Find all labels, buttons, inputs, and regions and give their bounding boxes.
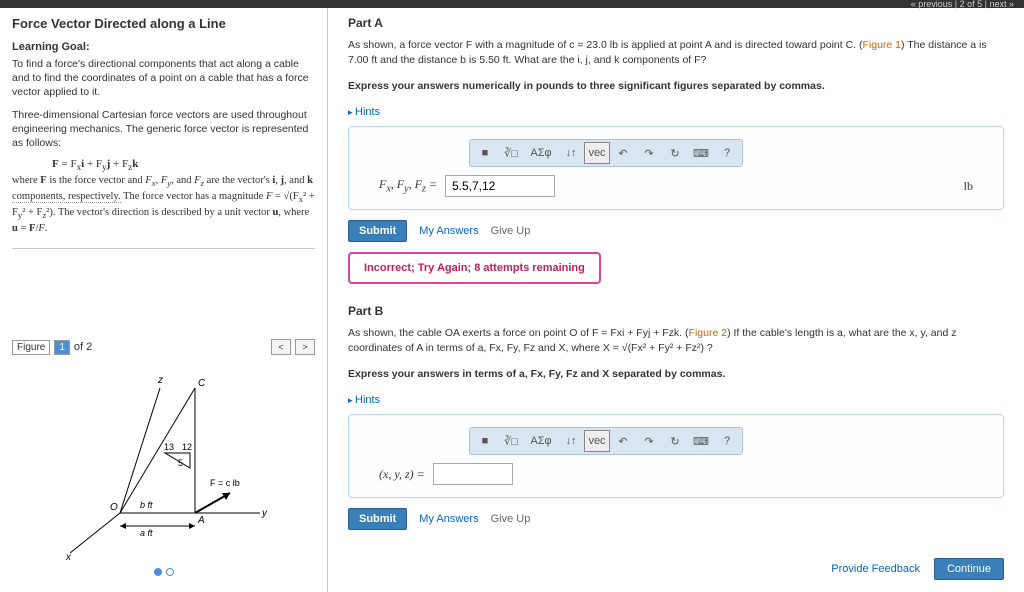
continue-button[interactable]: Continue: [934, 558, 1004, 580]
part-a-title: Part A: [348, 16, 1004, 30]
tb-keyboard-icon[interactable]: ⌨: [688, 430, 714, 452]
svg-text:C: C: [198, 378, 206, 389]
svg-text:F = c lb: F = c lb: [210, 478, 240, 488]
figure-pager[interactable]: [12, 567, 315, 579]
tb-subsup-icon[interactable]: ↓↑: [558, 142, 584, 164]
tb-vec-icon[interactable]: vec: [584, 430, 610, 452]
tb-vec-icon[interactable]: vec: [584, 142, 610, 164]
part-a-submit-button[interactable]: Submit: [348, 220, 407, 242]
figure-prev-button[interactable]: <: [271, 339, 291, 355]
main-formula: F = Fxi + Fyj + Fzk: [52, 158, 315, 172]
learning-goal-label: Learning Goal:: [12, 41, 315, 53]
svg-text:A: A: [197, 515, 205, 526]
part-a-input-label: Fx, Fy, Fz =: [379, 177, 437, 194]
intro-text: Three-dimensional Cartesian force vector…: [12, 108, 315, 151]
page-title: Force Vector Directed along a Line: [12, 16, 315, 31]
tb-redo-icon[interactable]: ↷: [636, 142, 662, 164]
figure-label: Figure: [12, 340, 50, 355]
tb-templates-icon[interactable]: ■: [472, 430, 498, 452]
figure-diagram: z C y x O A 13 12 5 b ft a ft F = c lb: [20, 363, 300, 563]
part-b-input-label: (x, y, z) =: [379, 467, 425, 482]
tb-keyboard-icon[interactable]: ⌨: [688, 142, 714, 164]
left-panel: Force Vector Directed along a Line Learn…: [0, 8, 328, 592]
tb-undo-icon[interactable]: ↶: [610, 142, 636, 164]
figure-2-link[interactable]: Figure 2: [689, 327, 728, 339]
part-a-my-answers-link[interactable]: My Answers: [419, 225, 478, 237]
part-a-answer-box: ■ ∛□ ΑΣφ ↓↑ vec ↶ ↷ ↻ ⌨ ? Fx, Fy, Fz = l…: [348, 126, 1004, 210]
part-a-answer-input[interactable]: [445, 175, 555, 197]
svg-text:b ft: b ft: [140, 500, 153, 510]
part-b-my-answers-link[interactable]: My Answers: [419, 513, 478, 525]
tb-reset-icon[interactable]: ↻: [662, 142, 688, 164]
tb-undo-icon[interactable]: ↶: [610, 430, 636, 452]
top-nav-bar: « previous | 2 of 5 | next »: [0, 0, 1024, 8]
part-a-feedback: Incorrect; Try Again; 8 attempts remaini…: [348, 252, 601, 284]
part-b-title: Part B: [348, 304, 1004, 318]
part-a-text: As shown, a force vector F with a magnit…: [348, 38, 1004, 67]
tb-help-icon[interactable]: ?: [714, 430, 740, 452]
figure-selector[interactable]: 1: [54, 340, 70, 355]
svg-text:x: x: [65, 552, 72, 563]
svg-text:13: 13: [164, 442, 174, 452]
provide-feedback-link[interactable]: Provide Feedback: [831, 563, 920, 575]
part-b-instr: Express your answers in terms of a, Fx, …: [348, 367, 1004, 382]
part-a-unit: lb: [964, 179, 973, 194]
tb-root-icon[interactable]: ∛□: [498, 142, 524, 164]
svg-text:5: 5: [178, 458, 183, 468]
svg-text:12: 12: [182, 442, 192, 452]
svg-text:O: O: [110, 502, 118, 513]
tb-greek-icon[interactable]: ΑΣφ: [524, 430, 558, 452]
tb-greek-icon[interactable]: ΑΣφ: [524, 142, 558, 164]
part-a-give-up-link[interactable]: Give Up: [491, 225, 531, 237]
right-panel: Part A As shown, a force vector F with a…: [328, 8, 1024, 592]
part-b-hints-link[interactable]: Hints: [348, 394, 1004, 406]
part-b-text: As shown, the cable OA exerts a force on…: [348, 326, 1004, 355]
svg-text:a ft: a ft: [140, 528, 153, 538]
learning-goal-text: To find a force's directional components…: [12, 57, 315, 100]
formula-explain: where F is the force vector and Fx, Fy, …: [12, 174, 315, 236]
svg-text:y: y: [261, 508, 268, 519]
part-a-hints-link[interactable]: Hints: [348, 106, 1004, 118]
figure-total: of 2: [74, 341, 92, 353]
part-a-instr: Express your answers numerically in poun…: [348, 79, 1004, 94]
tb-reset-icon[interactable]: ↻: [662, 430, 688, 452]
part-b-submit-button[interactable]: Submit: [348, 508, 407, 530]
tb-subsup-icon[interactable]: ↓↑: [558, 430, 584, 452]
svg-text:z: z: [157, 375, 163, 386]
tb-redo-icon[interactable]: ↷: [636, 430, 662, 452]
figure-next-button[interactable]: >: [295, 339, 315, 355]
equation-toolbar-b: ■ ∛□ ΑΣφ ↓↑ vec ↶ ↷ ↻ ⌨ ?: [469, 427, 743, 455]
tb-help-icon[interactable]: ?: [714, 142, 740, 164]
tb-root-icon[interactable]: ∛□: [498, 430, 524, 452]
part-b-answer-input[interactable]: [433, 463, 513, 485]
part-b-give-up-link[interactable]: Give Up: [491, 513, 531, 525]
tb-templates-icon[interactable]: ■: [472, 142, 498, 164]
equation-toolbar-a: ■ ∛□ ΑΣφ ↓↑ vec ↶ ↷ ↻ ⌨ ?: [469, 139, 743, 167]
part-b-answer-box: ■ ∛□ ΑΣφ ↓↑ vec ↶ ↷ ↻ ⌨ ? (x, y, z) =: [348, 414, 1004, 498]
figure-1-link[interactable]: Figure 1: [863, 39, 902, 51]
